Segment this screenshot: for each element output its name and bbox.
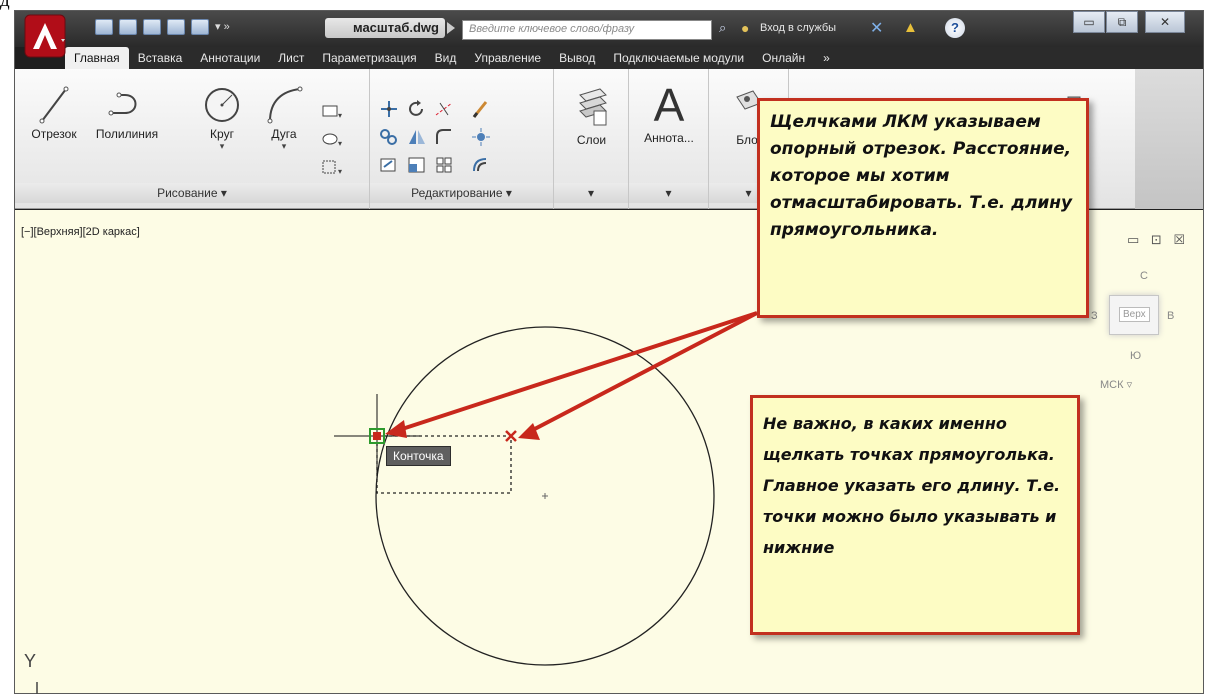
callout-arrow-1 [395,311,758,433]
callout-arrowhead-1 [385,420,407,438]
picked-point-1 [373,432,381,440]
snap-tooltip: Конточка [386,446,451,466]
callout-arrowhead-2 [518,423,540,440]
y-axis-label: Y [24,651,37,671]
callout-reference-segment: Щелчками ЛКМ указываем опорный отрезок. … [757,98,1089,318]
callout-arrow-2 [526,311,758,435]
picked-point-2 [505,430,517,442]
callout-note: Не важно, в каких именно щелкать точках … [750,395,1080,635]
circle-center-marker [542,493,548,499]
application-menu-icon[interactable] [23,13,71,61]
